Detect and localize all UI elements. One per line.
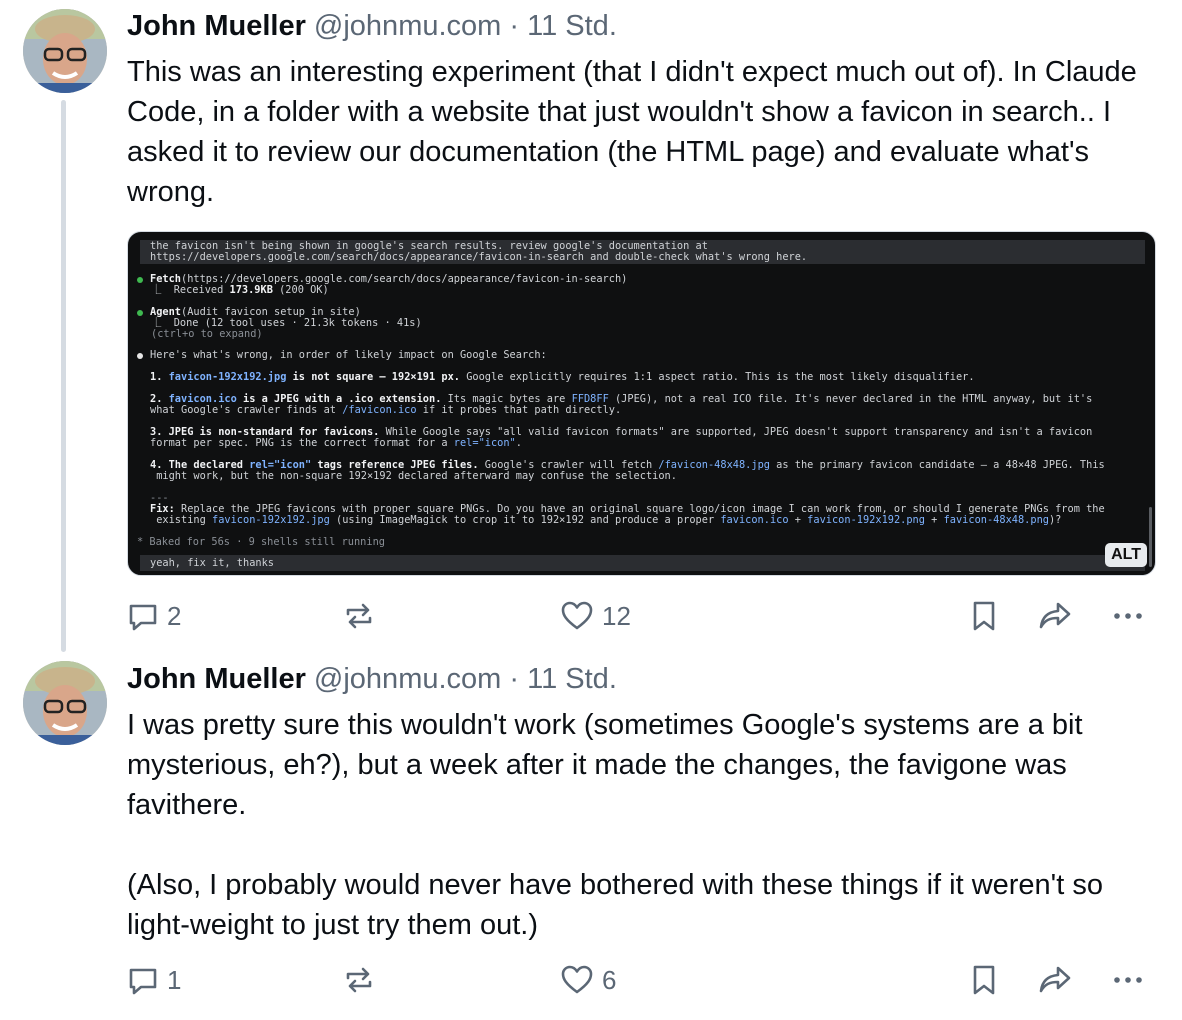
avatar[interactable] (23, 9, 107, 93)
more-icon (1114, 977, 1142, 983)
post-text: This was an interesting experiment (that… (127, 56, 1145, 208)
thread-line (61, 100, 66, 652)
post-2: John Mueller @johnmu.com · 11 Std. I was… (0, 650, 1182, 1020)
reply-icon (129, 604, 157, 631)
reply-count: 2 (167, 600, 182, 631)
terminal-scrollbar (1149, 507, 1152, 567)
reply-button[interactable]: 2 (127, 596, 181, 636)
summary-line: Here's what's wrong, in order of likely … (150, 349, 547, 361)
bookmark-icon (973, 601, 995, 631)
separator: · (509, 663, 520, 695)
heart-icon (561, 965, 593, 994)
post-header: John Mueller @johnmu.com · 11 Std. (127, 8, 617, 44)
avatar-image (23, 9, 107, 93)
fix-line-2: existing favicon-192x192.jpg (using Imag… (150, 514, 1062, 526)
prompt-line-2: https://developers.google.com/search/doc… (150, 251, 808, 263)
status-dot (137, 310, 143, 316)
post-header: John Mueller @johnmu.com · 11 Std. (127, 661, 617, 697)
prompt-input-line: yeah, fix it, thanks (150, 557, 274, 569)
post-actions: 2 12 (127, 596, 1157, 636)
item-3-line-2: format per spec. PNG is the correct form… (150, 437, 522, 449)
reply-count: 1 (167, 964, 182, 995)
more-icon (1114, 613, 1142, 619)
status-line: * Baked for 56s · 9 shells still running (137, 536, 385, 548)
like-button[interactable]: 6 (560, 960, 616, 1000)
reply-button[interactable]: 1 (127, 960, 181, 1000)
share-button[interactable] (1038, 960, 1072, 1000)
status-dot (137, 353, 143, 359)
more-options-button[interactable] (1111, 596, 1145, 636)
like-count: 6 (602, 964, 617, 995)
more-options-button[interactable] (1111, 960, 1145, 1000)
alt-text-badge[interactable]: ALT (1105, 543, 1147, 567)
like-button[interactable]: 12 (560, 596, 631, 636)
post-text: I was pretty sure this wouldn't work (so… (127, 709, 1103, 941)
author-handle[interactable]: @johnmu.com (314, 663, 501, 695)
item-2-line-2: what Google's crawler finds at /favicon.… (150, 404, 622, 416)
reply-icon (129, 968, 157, 995)
share-icon (1039, 602, 1071, 629)
fetch-result: ⎿ Received 173.9KB (200 OK) (151, 284, 329, 296)
post-actions: 1 6 (127, 960, 1157, 1000)
item-4-line-2: might work, but the non-square 192×192 d… (150, 470, 677, 482)
repost-icon (346, 967, 372, 993)
repost-icon (346, 603, 372, 629)
post-time[interactable]: 11 Std. (527, 10, 617, 42)
embedded-image-terminal[interactable]: the favicon isn't being shown in google'… (127, 231, 1156, 576)
author-handle[interactable]: @johnmu.com (314, 10, 501, 42)
like-count: 12 (602, 600, 631, 631)
avatar[interactable] (23, 661, 107, 745)
author-name[interactable]: John Mueller (127, 10, 306, 42)
separator: · (509, 10, 520, 42)
share-icon (1039, 966, 1071, 993)
bookmark-icon (973, 965, 995, 995)
bookmark-button[interactable] (970, 596, 998, 636)
post-time[interactable]: 11 Std. (527, 663, 617, 695)
repost-button[interactable] (343, 960, 375, 1000)
post-1: John Mueller @johnmu.com · 11 Std. This … (0, 0, 1182, 652)
prompt-bar (140, 555, 1145, 571)
agent-expand-hint: (ctrl+o to expand) (151, 328, 263, 340)
repost-button[interactable] (343, 596, 375, 636)
heart-icon (561, 601, 593, 630)
author-name[interactable]: John Mueller (127, 663, 306, 695)
bookmark-button[interactable] (970, 960, 998, 1000)
status-dot (137, 277, 143, 283)
share-button[interactable] (1038, 596, 1072, 636)
avatar-image (23, 661, 107, 745)
item-1: 1. favicon-192x192.jpg is not square — 1… (150, 371, 975, 383)
